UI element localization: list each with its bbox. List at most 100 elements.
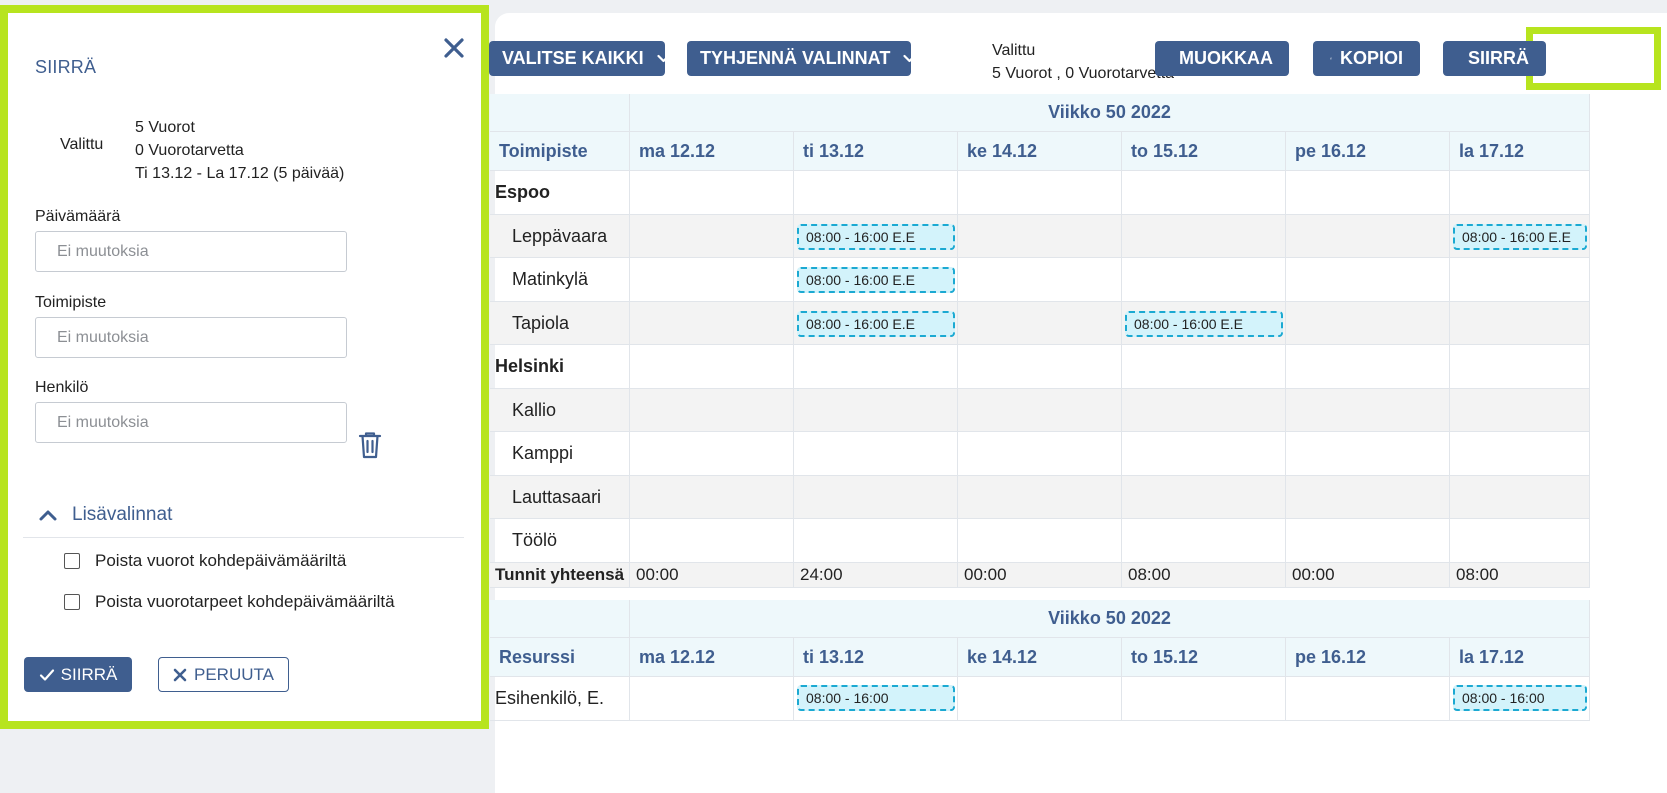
schedule-cell[interactable] — [794, 171, 958, 215]
delete-needs-option: Poista vuorotarpeet kohdepäivämääriltä — [64, 592, 395, 612]
schedule-cell[interactable] — [630, 171, 794, 215]
schedule-cell[interactable] — [1122, 519, 1286, 563]
copy-button[interactable]: KOPIOI — [1313, 41, 1420, 76]
delete-shifts-label: Poista vuorot kohdepäivämääriltä — [95, 551, 347, 570]
schedule-cell[interactable] — [958, 171, 1122, 215]
schedule-cell[interactable] — [1286, 389, 1450, 432]
schedule-cell[interactable] — [1286, 432, 1450, 476]
chevron-down-icon — [903, 54, 916, 63]
schedule-cell[interactable] — [794, 432, 958, 476]
select-all-dropdown[interactable] — [657, 54, 670, 63]
resource-cell[interactable] — [958, 677, 1122, 721]
schedule-cell[interactable] — [630, 432, 794, 476]
move-label: SIIRRÄ — [1468, 48, 1530, 68]
day-header: la 17.12 — [1450, 132, 1590, 171]
schedule-cell[interactable] — [1450, 389, 1590, 432]
schedule-cell[interactable] — [630, 345, 794, 389]
selected-summary: 5 Vuorot 0 Vuorotarvetta Ti 13.12 - La 1… — [135, 116, 344, 185]
resource-cell[interactable] — [1286, 677, 1450, 721]
schedule-cell[interactable] — [1286, 476, 1450, 519]
schedule-cell[interactable] — [958, 389, 1122, 432]
resource-cell[interactable] — [630, 677, 794, 721]
schedule-cell[interactable] — [630, 519, 794, 563]
date-field[interactable] — [35, 231, 347, 272]
schedule-cell[interactable] — [630, 389, 794, 432]
schedule-cell[interactable] — [1122, 476, 1286, 519]
schedule-cell[interactable] — [958, 476, 1122, 519]
trash-icon[interactable] — [358, 431, 382, 459]
day-header: pe 16.12 — [1286, 638, 1450, 677]
schedule-cell[interactable] — [1122, 432, 1286, 476]
schedule-cell[interactable] — [630, 258, 794, 302]
schedule-cell[interactable] — [1450, 345, 1590, 389]
schedule-cell[interactable] — [1286, 258, 1450, 302]
shift-block[interactable]: 08:00 - 16:00 E.E — [797, 267, 955, 293]
more-options-label: Lisävalinnat — [72, 504, 173, 525]
corner-cell — [490, 600, 630, 638]
edit-button[interactable]: MUOKKAA — [1155, 41, 1289, 76]
location-label: Kamppi — [490, 432, 630, 476]
shift-block[interactable]: 08:00 - 16:00 E.E — [1453, 224, 1587, 250]
check-icon — [39, 668, 54, 681]
schedule-cell[interactable] — [958, 258, 1122, 302]
person-field[interactable] — [35, 402, 347, 443]
schedule-cell[interactable] — [958, 432, 1122, 476]
schedule-cell[interactable] — [1286, 302, 1450, 345]
day-header: ti 13.12 — [794, 638, 958, 677]
delete-needs-label: Poista vuorotarpeet kohdepäivämääriltä — [95, 592, 395, 611]
schedule-cell[interactable] — [630, 476, 794, 519]
schedule-cell[interactable] — [1450, 519, 1590, 563]
total-hours: 00:00 — [1286, 563, 1450, 588]
submit-move-button[interactable]: SIIRRÄ — [24, 657, 132, 692]
cancel-button[interactable]: PERUUTA — [158, 657, 289, 692]
schedule-cell[interactable] — [1122, 215, 1286, 258]
schedule-cell[interactable] — [1286, 519, 1450, 563]
schedule-cell[interactable] — [958, 345, 1122, 389]
clear-selections-button[interactable]: TYHJENNÄ VALINNAT — [687, 41, 916, 76]
total-hours: 08:00 — [1450, 563, 1590, 588]
schedule-cell[interactable] — [1286, 171, 1450, 215]
selected-needs-count: 0 Vuorotarvetta — [135, 142, 244, 159]
shift-block[interactable]: 08:00 - 16:00 E.E — [1125, 311, 1283, 337]
schedule-cell[interactable] — [794, 389, 958, 432]
schedule-cell[interactable] — [1450, 476, 1590, 519]
clear-selections-label: TYHJENNÄ VALINNAT — [700, 48, 891, 68]
location-label: Matinkylä — [490, 258, 630, 302]
schedule-cell[interactable] — [1122, 345, 1286, 389]
shift-block[interactable]: 08:00 - 16:00 E.E — [797, 224, 955, 250]
total-hours: 08:00 — [1122, 563, 1286, 588]
location-label: Kallio — [490, 389, 630, 432]
schedule-cell[interactable] — [1286, 345, 1450, 389]
schedule-cell[interactable] — [1286, 215, 1450, 258]
schedule-cell[interactable] — [1122, 389, 1286, 432]
shift-block[interactable]: 08:00 - 16:00 — [1453, 685, 1587, 711]
more-options-toggle[interactable]: Lisävalinnat — [38, 504, 172, 526]
schedule-cell[interactable] — [794, 476, 958, 519]
schedule-cell[interactable] — [794, 519, 958, 563]
move-button[interactable]: SIIRRÄ — [1443, 41, 1546, 76]
location-field[interactable] — [35, 317, 347, 358]
schedule-cell[interactable] — [958, 519, 1122, 563]
schedule-cell[interactable] — [958, 215, 1122, 258]
schedule-cell[interactable] — [1450, 432, 1590, 476]
schedule-cell[interactable] — [1122, 258, 1286, 302]
schedule-cell[interactable] — [630, 302, 794, 345]
chevron-up-icon — [39, 510, 57, 521]
schedule-cell[interactable] — [1450, 302, 1590, 345]
select-all-button[interactable]: VALITSE KAIKKI — [489, 41, 670, 76]
location-label: Lauttasaari — [490, 476, 630, 519]
schedule-cell[interactable] — [794, 345, 958, 389]
schedule-cell[interactable] — [1450, 258, 1590, 302]
schedule-cell[interactable] — [1450, 171, 1590, 215]
schedule-cell[interactable] — [958, 302, 1122, 345]
shift-block[interactable]: 08:00 - 16:00 E.E — [797, 311, 955, 337]
delete-needs-checkbox[interactable] — [64, 594, 80, 610]
delete-shifts-checkbox[interactable] — [64, 553, 80, 569]
shift-block[interactable]: 08:00 - 16:00 — [797, 685, 955, 711]
schedule-cell[interactable] — [630, 215, 794, 258]
resource-cell[interactable] — [1122, 677, 1286, 721]
day-header: to 15.12 — [1122, 638, 1286, 677]
close-icon[interactable] — [441, 35, 467, 61]
schedule-cell[interactable] — [1122, 171, 1286, 215]
clear-selections-dropdown[interactable] — [903, 54, 916, 63]
